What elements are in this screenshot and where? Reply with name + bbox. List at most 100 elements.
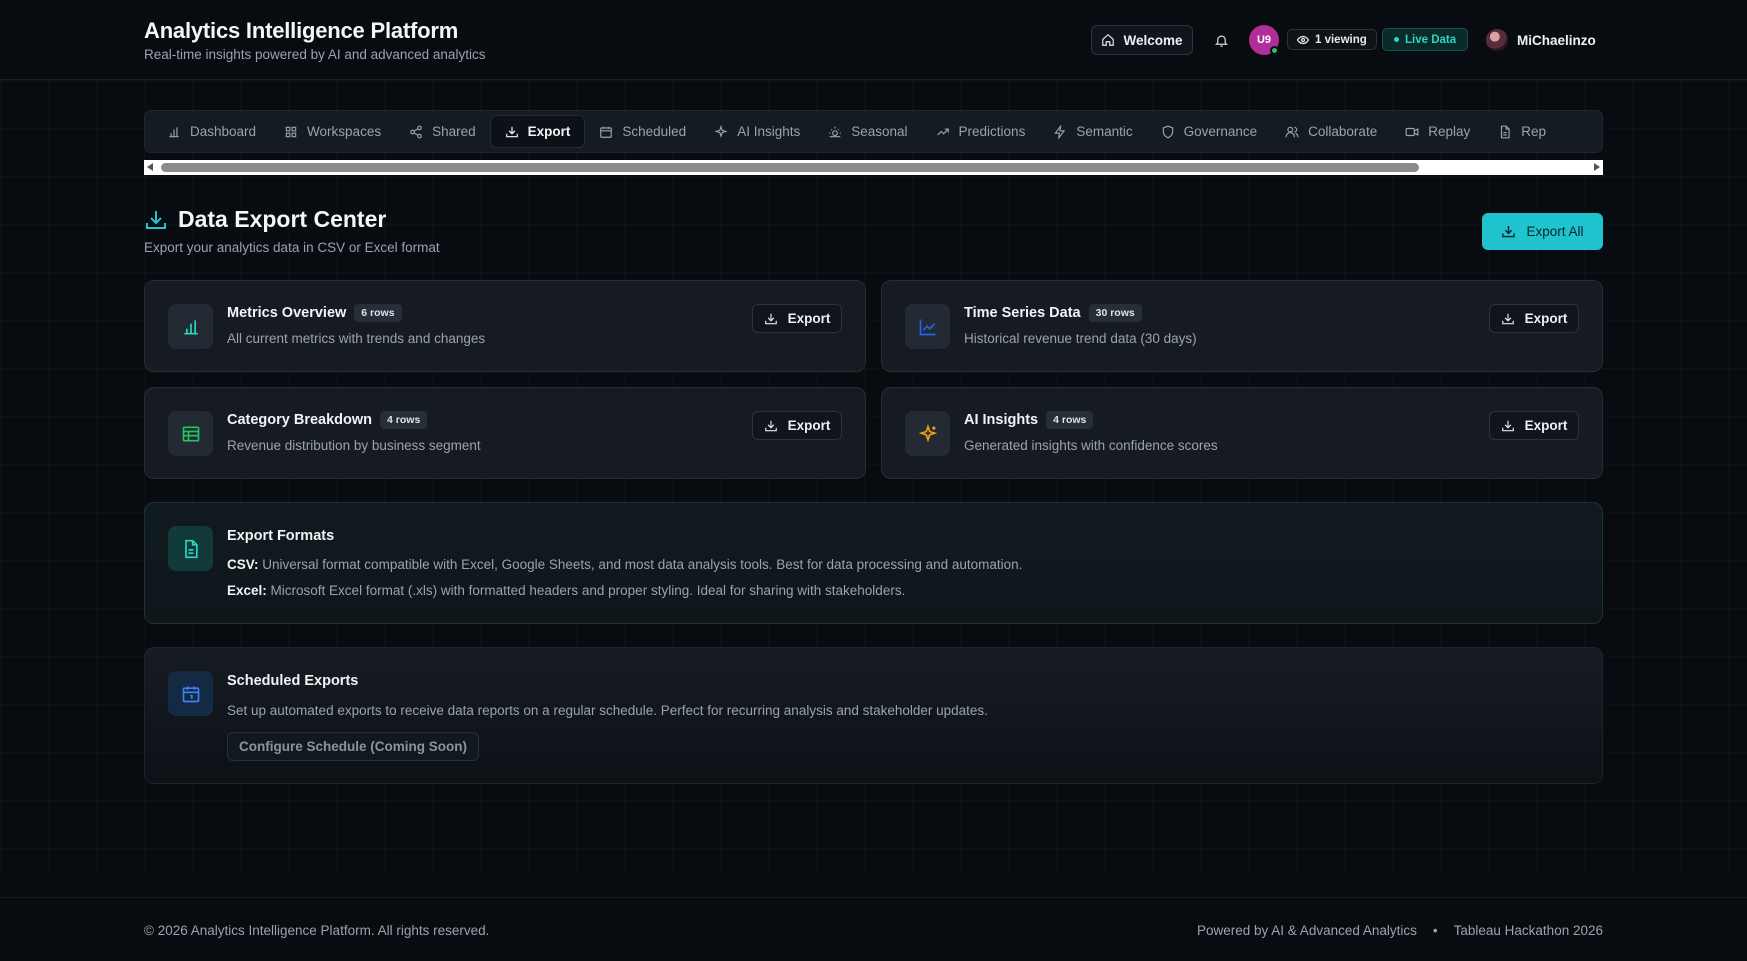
users-icon	[1285, 126, 1299, 137]
page-title-text: Data Export Center	[178, 206, 387, 232]
card-title: Metrics Overview 6 rows	[227, 304, 402, 322]
calendar-icon	[600, 126, 613, 138]
tab-dashboard[interactable]: Dashboard	[153, 115, 270, 148]
export-card-category: Category Breakdown 4 rows Revenue distri…	[144, 387, 866, 479]
download-icon	[1502, 225, 1516, 238]
tab-semantic[interactable]: Semantic	[1039, 115, 1146, 148]
footer-powered: Powered by AI & Advanced Analytics	[1197, 923, 1417, 938]
panel-title: Scheduled Exports	[227, 673, 359, 689]
export-button[interactable]: Export	[1489, 304, 1579, 333]
tabs-row: Dashboard Workspaces Shared Export Scheduled…	[145, 111, 1602, 152]
card-title: Time Series Data 30 rows	[964, 304, 1142, 322]
notifications-button[interactable]	[1211, 30, 1231, 50]
share-icon	[410, 125, 422, 138]
excel-label: Excel:	[227, 583, 267, 598]
home-icon	[1102, 33, 1115, 46]
scrollbar-thumb[interactable]	[161, 163, 1419, 172]
configure-schedule-button[interactable]: Configure Schedule (Coming Soon)	[227, 732, 479, 761]
tab-workspaces[interactable]: Workspaces	[270, 115, 395, 148]
card-description: All current metrics with trends and chan…	[227, 331, 486, 346]
tab-label: AI Insights	[737, 124, 801, 139]
tab-label: Governance	[1183, 124, 1258, 139]
tab-label: Seasonal	[851, 124, 908, 139]
export-button[interactable]: Export	[752, 411, 842, 440]
download-icon	[764, 420, 777, 431]
download-icon	[764, 313, 777, 324]
tab-ai-insights[interactable]: AI Insights	[700, 115, 814, 148]
tab-scheduled[interactable]: Scheduled	[585, 115, 700, 148]
live-dot-icon	[1394, 37, 1399, 42]
viewers-badge: 1 viewing	[1287, 29, 1377, 50]
card-title-text: Category Breakdown	[227, 412, 373, 428]
export-label: Export	[1524, 311, 1568, 326]
eye-icon	[1297, 35, 1309, 44]
csv-label: CSV:	[227, 557, 259, 572]
export-card-time-series: Time Series Data 30 rows Historical reve…	[881, 280, 1603, 372]
sun-icon	[829, 126, 842, 137]
welcome-button[interactable]: Welcome	[1091, 25, 1193, 55]
row-count-badge: 6 rows	[354, 304, 402, 322]
card-description: Generated insights with confidence score…	[964, 438, 1218, 453]
download-icon	[146, 210, 166, 229]
tab-replay[interactable]: Replay	[1391, 115, 1484, 148]
tab-shared[interactable]: Shared	[395, 115, 490, 148]
footer-credits: Powered by AI & Advanced Analytics • Tab…	[1197, 923, 1603, 938]
bell-icon	[1214, 35, 1228, 47]
sparkle-icon	[714, 124, 728, 138]
tab-label: Scheduled	[622, 124, 687, 139]
csv-text: Universal format compatible with Excel, …	[262, 557, 1023, 572]
tab-predictions[interactable]: Predictions	[922, 115, 1040, 148]
export-all-label: Export All	[1526, 224, 1584, 239]
scroll-right-arrow-icon[interactable]	[1594, 163, 1600, 171]
line-chart-icon	[919, 319, 935, 335]
user-avatar	[1486, 29, 1508, 51]
card-icon-box	[168, 411, 213, 456]
tab-label: Predictions	[958, 124, 1026, 139]
export-card-ai-insights: AI Insights 4 rows Generated insights wi…	[881, 387, 1603, 479]
tab-label: Workspaces	[307, 124, 382, 139]
row-count-badge: 4 rows	[380, 411, 428, 429]
footer-copyright: © 2026 Analytics Intelligence Platform. …	[144, 923, 490, 938]
page-title: Data Export Center	[144, 206, 386, 233]
tab-seasonal[interactable]: Seasonal	[814, 115, 921, 148]
video-icon	[1405, 127, 1419, 136]
lightning-icon	[1054, 124, 1066, 139]
page-subtitle: Export your analytics data in CSV or Exc…	[144, 240, 440, 255]
tab-export[interactable]: Export	[489, 115, 586, 148]
table-icon	[182, 426, 199, 441]
user-name: MiChaelinzo	[1517, 32, 1596, 48]
card-icon-box	[168, 304, 213, 349]
export-label: Export	[787, 418, 831, 433]
export-button[interactable]: Export	[752, 304, 842, 333]
panel-icon-box	[168, 526, 213, 571]
tab-rep[interactable]: Rep	[1484, 115, 1560, 148]
export-button[interactable]: Export	[1489, 411, 1579, 440]
file-icon	[1501, 125, 1510, 138]
row-count-badge: 4 rows	[1046, 411, 1094, 429]
app-title: Analytics Intelligence Platform	[144, 18, 459, 43]
trend-up-icon	[936, 128, 949, 135]
tab-label: Shared	[432, 124, 476, 139]
card-icon-box	[905, 411, 950, 456]
tab-governance[interactable]: Governance	[1147, 115, 1272, 148]
viewers-label: 1 viewing	[1315, 33, 1367, 46]
scroll-left-arrow-icon[interactable]	[147, 163, 153, 171]
card-title-text: AI Insights	[964, 412, 1039, 428]
tab-label: Semantic	[1076, 124, 1133, 139]
download-icon	[1501, 420, 1514, 431]
card-title: AI Insights 4 rows	[964, 411, 1094, 429]
export-all-button[interactable]: Export All	[1482, 213, 1603, 250]
panel-icon-box	[168, 671, 213, 716]
csv-description: CSV: Universal format compatible with Ex…	[227, 557, 1022, 572]
bar-chart-icon	[183, 319, 198, 334]
tab-collaborate[interactable]: Collaborate	[1271, 115, 1391, 148]
tabs-scrollbar[interactable]	[144, 160, 1603, 175]
grid-icon	[285, 126, 297, 137]
app-subtitle: Real-time insights powered by AI and adv…	[144, 47, 486, 62]
footer: © 2026 Analytics Intelligence Platform. …	[0, 897, 1747, 961]
shield-icon	[1162, 125, 1173, 138]
export-label: Export	[1524, 418, 1568, 433]
user-menu[interactable]: MiChaelinzo	[1486, 28, 1596, 52]
row-count-badge: 30 rows	[1088, 304, 1142, 322]
calendar-icon	[182, 686, 199, 702]
